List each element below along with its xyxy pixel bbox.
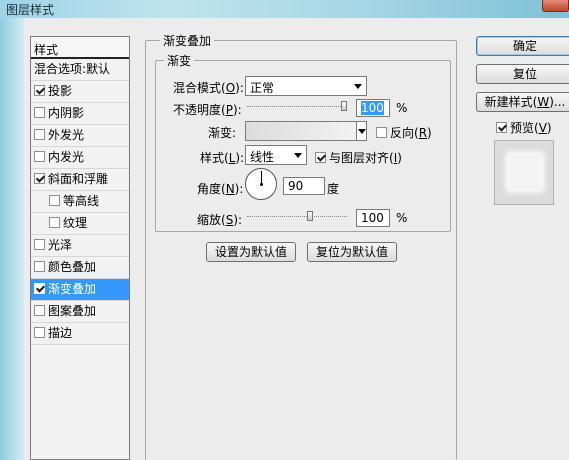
style-list-item[interactable]: 描边 bbox=[31, 323, 129, 345]
align-with-layer-checkbox[interactable]: 与图层对齐(I) bbox=[315, 149, 402, 166]
ok-button[interactable]: 确定 bbox=[476, 36, 569, 56]
checkbox-icon[interactable] bbox=[315, 152, 326, 163]
chevron-down-icon bbox=[294, 153, 302, 158]
checkbox-icon[interactable] bbox=[496, 122, 507, 133]
style-list-item[interactable]: 混合选项:默认 bbox=[31, 59, 129, 81]
style-select[interactable]: 线性 bbox=[245, 145, 307, 165]
style-list-item-label: 投影 bbox=[48, 84, 73, 98]
chevron-down-icon[interactable] bbox=[356, 122, 366, 140]
scale-slider-thumb[interactable] bbox=[306, 211, 313, 221]
style-list-item-label: 图案叠加 bbox=[48, 304, 97, 318]
gradient-picker[interactable] bbox=[245, 121, 367, 141]
blend-mode-label: 混合模式(O): bbox=[173, 81, 244, 95]
checkbox-icon[interactable] bbox=[376, 127, 387, 138]
angle-dial-center bbox=[260, 183, 263, 186]
opacity-slider-thumb[interactable] bbox=[341, 101, 347, 111]
chevron-down-icon bbox=[354, 84, 362, 89]
preview-swatch bbox=[509, 155, 541, 189]
style-list-item-label: 光泽 bbox=[48, 238, 73, 252]
style-label: 样式(L): bbox=[200, 151, 245, 165]
checkbox-icon[interactable] bbox=[34, 283, 45, 294]
preview-checkbox[interactable]: 预览(V) bbox=[496, 119, 552, 136]
checkbox-icon[interactable] bbox=[34, 239, 45, 250]
checkbox-icon[interactable] bbox=[49, 195, 60, 206]
scale-slider[interactable] bbox=[247, 211, 347, 221]
style-list-item-label: 外发光 bbox=[48, 128, 85, 142]
title-bar: 图层样式 bbox=[0, 0, 569, 18]
gradient-subgroup-title: 渐变 bbox=[164, 52, 195, 69]
checkbox-icon[interactable] bbox=[34, 261, 45, 272]
gradient-overlay-title: 渐变叠加 bbox=[160, 32, 215, 49]
window-frame bbox=[0, 18, 24, 460]
style-list: 样式 混合选项:默认投影内阴影外发光内发光斜面和浮雕等高线纹理光泽颜色叠加渐变叠… bbox=[30, 36, 130, 460]
angle-input[interactable]: 90 bbox=[283, 177, 325, 195]
gradient-label: 渐变: bbox=[208, 126, 237, 140]
style-list-item[interactable]: 渐变叠加 bbox=[31, 279, 129, 301]
checkbox-icon[interactable] bbox=[34, 151, 45, 162]
style-list-item[interactable]: 投影 bbox=[31, 81, 129, 103]
style-list-item[interactable]: 内发光 bbox=[31, 147, 129, 169]
style-list-item-label: 描边 bbox=[48, 326, 73, 340]
checkbox-icon[interactable] bbox=[34, 173, 45, 184]
blend-mode-value: 正常 bbox=[250, 81, 275, 95]
style-list-item-label: 内阴影 bbox=[48, 106, 85, 120]
opacity-label: 不透明度(P): bbox=[173, 103, 242, 117]
style-list-item[interactable]: 外发光 bbox=[31, 125, 129, 147]
scale-label: 缩放(S): bbox=[197, 213, 243, 227]
set-default-button[interactable]: 设置为默认值 bbox=[206, 242, 296, 262]
style-preview bbox=[494, 140, 554, 205]
opacity-input[interactable]: 100 bbox=[356, 99, 390, 117]
style-list-item-label: 等高线 bbox=[63, 194, 100, 208]
checkbox-icon[interactable] bbox=[34, 107, 45, 118]
reset-button[interactable]: 复位 bbox=[476, 64, 569, 84]
style-list-item-label: 渐变叠加 bbox=[48, 282, 97, 296]
style-list-item-label: 混合选项:默认 bbox=[34, 62, 111, 76]
style-list-item-label: 颜色叠加 bbox=[48, 260, 97, 274]
scale-unit: % bbox=[396, 211, 408, 225]
scale-input[interactable]: 100 bbox=[356, 209, 390, 227]
checkbox-icon[interactable] bbox=[34, 327, 45, 338]
style-list-header[interactable]: 样式 bbox=[31, 37, 129, 59]
opacity-slider[interactable] bbox=[247, 101, 347, 111]
close-button[interactable] bbox=[542, 0, 569, 12]
opacity-unit: % bbox=[396, 101, 408, 115]
reset-default-button[interactable]: 复位为默认值 bbox=[307, 242, 397, 262]
reverse-checkbox[interactable]: 反向(R) bbox=[376, 124, 432, 141]
window-title: 图层样式 bbox=[6, 3, 55, 17]
style-list-item[interactable]: 内阴影 bbox=[31, 103, 129, 125]
checkbox-icon[interactable] bbox=[34, 305, 45, 316]
angle-dial[interactable] bbox=[245, 168, 277, 200]
angle-unit: 度 bbox=[327, 182, 340, 196]
style-list-item[interactable]: 斜面和浮雕 bbox=[31, 169, 129, 191]
style-list-item-label: 斜面和浮雕 bbox=[48, 172, 109, 186]
dialog-client: 样式 混合选项:默认 投影 内阴影 外发光 内发光 斜面和浮雕 等高线 纹理 光泽 颜色叠加 渐变叠… bbox=[24, 18, 569, 460]
style-list-item[interactable]: 纹理 bbox=[31, 213, 129, 235]
checkbox-icon[interactable] bbox=[34, 85, 45, 96]
style-list-item[interactable]: 图案叠加 bbox=[31, 301, 129, 323]
new-style-button[interactable]: 新建样式(W)... bbox=[476, 92, 569, 112]
style-list-item[interactable]: 等高线 bbox=[31, 191, 129, 213]
checkbox-icon[interactable] bbox=[49, 217, 60, 228]
style-list-item-label: 纹理 bbox=[63, 216, 88, 230]
style-list-item[interactable]: 颜色叠加 bbox=[31, 257, 129, 279]
angle-label: 角度(N): bbox=[197, 182, 244, 196]
checkbox-icon[interactable] bbox=[34, 129, 45, 140]
blend-mode-select[interactable]: 正常 bbox=[245, 76, 367, 96]
style-value: 线性 bbox=[250, 150, 275, 164]
style-list-item[interactable]: 光泽 bbox=[31, 235, 129, 257]
style-list-item-label: 内发光 bbox=[48, 150, 85, 164]
